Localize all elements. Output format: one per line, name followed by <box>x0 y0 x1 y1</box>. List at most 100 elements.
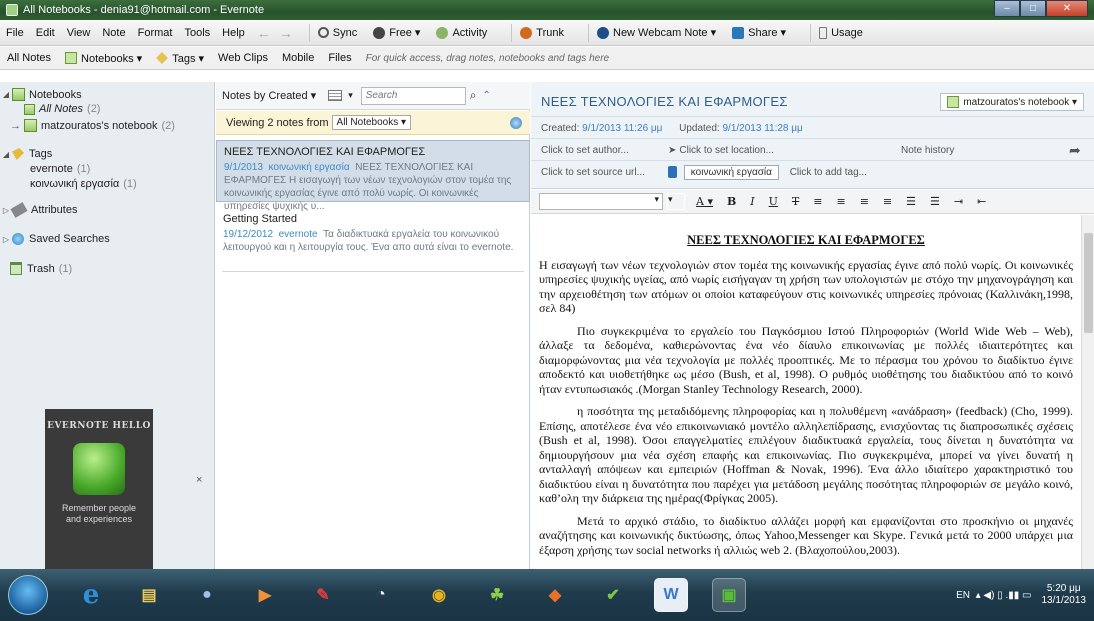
activity-button[interactable]: Activity <box>436 26 487 39</box>
trunk-button[interactable]: Trunk <box>520 26 564 39</box>
notebooks-header-label: Notebooks <box>29 88 82 101</box>
start-button[interactable] <box>8 575 48 615</box>
scrollbar-thumb[interactable] <box>1084 233 1093 333</box>
collapse-triangle-icon[interactable]: ◢ <box>0 90 12 99</box>
file-explorer-icon[interactable]: ▤ <box>132 578 166 612</box>
notebook-label: matzouratos's notebook <box>41 119 158 132</box>
sidebar-item-tag-evernote[interactable]: evernote (1) <box>30 163 90 175</box>
evernote-hello-promo[interactable]: EVERNOTE HELLO Remember people and exper… <box>45 409 153 569</box>
notebook-filter-select[interactable]: All Notebooks ▾ <box>331 115 412 130</box>
mobile-button[interactable]: Mobile <box>282 52 314 64</box>
sidebar-item-trash[interactable]: Trash (1) <box>10 262 72 275</box>
sync-button[interactable]: Sync <box>317 27 357 39</box>
close-button[interactable]: ✕ <box>1046 0 1088 17</box>
promo-close-icon[interactable]: × <box>196 474 202 486</box>
user-app-icon[interactable]: ● <box>190 578 224 612</box>
maximize-button[interactable]: □ <box>1020 0 1046 17</box>
source-url-field[interactable]: Click to set source url... <box>541 167 645 178</box>
files-button[interactable]: Files <box>328 52 351 64</box>
tags-button[interactable]: Tags ▾ <box>156 52 204 65</box>
share-label: Share ▾ <box>748 27 787 39</box>
internet-explorer-icon[interactable]: e <box>74 578 108 612</box>
expand-icon[interactable]: ⌃ <box>482 90 490 101</box>
refresh-icon[interactable] <box>510 116 522 129</box>
strikethrough-button[interactable]: T <box>792 195 799 208</box>
view-options-icon[interactable] <box>328 90 343 101</box>
media-player-icon[interactable]: ▶ <box>248 578 282 612</box>
align-center-icon[interactable]: ≡ <box>836 195 845 208</box>
align-left-icon[interactable]: ≡ <box>813 195 822 208</box>
bold-button[interactable]: B <box>727 195 736 208</box>
notebooks-button[interactable]: Notebooks ▾ <box>65 52 142 65</box>
chrome-icon[interactable]: ◉ <box>422 578 456 612</box>
account-button[interactable]: Free ▾ <box>373 26 420 39</box>
evernote-taskbar-icon[interactable]: ▣ <box>712 578 746 612</box>
vertical-scrollbar[interactable] <box>1081 215 1094 569</box>
menu-format[interactable]: Format <box>138 27 173 39</box>
menu-edit[interactable]: Edit <box>36 27 55 39</box>
language-indicator[interactable]: EN <box>956 590 970 601</box>
note-list-item[interactable]: ΝΕΕΣ ΤΕΧΝΟΛΟΓΙΕΣ ΚΑΙ ΕΦΑΡΜΟΓΕΣ 9/1/2013 … <box>216 140 530 212</box>
note-body[interactable]: ΝΕΕΣ ΤΕΧΝΟΛΟΓΙΕΣ ΚΑΙ ΕΦΑΡΜΟΓΕΣ Η εισαγωγ… <box>531 215 1081 569</box>
minimize-button[interactable]: – <box>994 0 1020 17</box>
search-icon[interactable]: ⌕ <box>470 88 477 103</box>
font-size-select[interactable]: ▾ <box>667 193 685 210</box>
toolbar-divider <box>810 23 812 42</box>
tag-chip[interactable]: κοινωνική εργασία <box>683 165 779 180</box>
menu-view[interactable]: View <box>67 27 91 39</box>
network-app-icon[interactable]: ☘ <box>480 578 514 612</box>
underline-button[interactable]: U <box>769 195 778 208</box>
font-select[interactable]: ▾ <box>539 193 663 210</box>
note-title-field[interactable]: ΝΕΕΣ ΤΕΧΝΟΛΟΓΙΕΣ ΚΑΙ ΕΦΑΡΜΟΓΕΣ <box>541 94 788 109</box>
indent-icon[interactable]: ⇥ <box>954 195 963 208</box>
tray-icons[interactable]: ▴ ◀) ▯ .▮▮ ▭ <box>976 590 1032 601</box>
web-clips-button[interactable]: Web Clips <box>218 52 268 64</box>
sidebar-item-saved-searches[interactable]: ▷ Saved Searches <box>0 233 110 245</box>
add-tag-field[interactable]: Click to add tag... <box>790 167 867 178</box>
align-right-icon[interactable]: ≡ <box>860 195 869 208</box>
sidebar-tags-header[interactable]: ◢ Tags <box>0 148 52 160</box>
updated-date[interactable]: 9/1/2013 11:28 μμ <box>722 123 802 134</box>
all-notes-button[interactable]: All Notes <box>7 52 51 64</box>
saved-searches-label: Saved Searches <box>29 233 110 245</box>
sort-dropdown[interactable]: Notes by Created ▾ <box>222 89 316 102</box>
italic-button[interactable]: I <box>750 195 754 208</box>
font-color-button[interactable]: A ▾ <box>696 195 713 208</box>
check-app-icon[interactable]: ✔ <box>596 578 630 612</box>
author-field[interactable]: Click to set author... <box>541 145 629 156</box>
location-field[interactable]: ➤ Click to set location... <box>668 145 774 156</box>
note-snippet: 9/1/2013 κοινωνική εργασία ΝΕΕΣ ΤΕΧΝΟΛΟΓ… <box>224 161 521 213</box>
note-list-item[interactable]: Getting Started 19/12/2012 evernote Τα δ… <box>216 208 530 258</box>
numbered-list-icon[interactable]: ☰ <box>930 195 940 208</box>
menu-help[interactable]: Help <box>222 27 245 39</box>
back-arrow-icon[interactable]: ← <box>257 25 271 41</box>
forward-arrow-icon[interactable]: → <box>279 25 293 41</box>
expand-triangle-icon[interactable]: ▷ <box>0 235 12 244</box>
view-options-dropdown-icon[interactable]: ▾ <box>348 90 353 101</box>
align-justify-icon[interactable]: ≡ <box>883 195 892 208</box>
outdent-icon[interactable]: ⇤ <box>977 195 986 208</box>
bullet-list-icon[interactable]: ☰ <box>906 195 916 208</box>
created-date[interactable]: 9/1/2013 11:26 μμ <box>582 123 662 134</box>
sidebar-notebooks-header[interactable]: ◢ Notebooks <box>0 88 82 101</box>
clock[interactable]: 5:20 μμ 13/1/2013 <box>1042 583 1087 607</box>
clock-app-icon[interactable]: ◔ <box>364 578 398 612</box>
collapse-triangle-icon[interactable]: ◢ <box>0 150 12 159</box>
share-arrow-icon[interactable]: ➦ <box>1069 142 1081 159</box>
sidebar-item-all-notes[interactable]: All Notes (2) <box>24 103 100 115</box>
menu-tools[interactable]: Tools <box>184 27 210 39</box>
notebook-dropdown[interactable]: matzouratos's notebook ▾ <box>940 93 1084 111</box>
word-icon[interactable]: W <box>654 578 688 612</box>
sidebar-item-tag-social-work[interactable]: κοινωνική εργασία (1) <box>30 178 137 190</box>
menu-note[interactable]: Note <box>102 27 125 39</box>
new-webcam-note-button[interactable]: New Webcam Note ▾ <box>597 26 716 39</box>
usage-button[interactable]: Usage <box>819 26 863 39</box>
share-button[interactable]: Share ▾ <box>732 26 786 39</box>
sidebar-item-notebook[interactable]: → matzouratos's notebook (2) <box>10 119 175 132</box>
sidebar-item-attributes[interactable]: ▷ Attributes <box>0 202 77 218</box>
firefox-icon[interactable]: ◆ <box>538 578 572 612</box>
search-input[interactable] <box>360 86 466 105</box>
menu-file[interactable]: File <box>6 27 24 39</box>
paint-app-icon[interactable]: ✎ <box>306 578 340 612</box>
note-history-link[interactable]: Note history <box>901 145 954 156</box>
